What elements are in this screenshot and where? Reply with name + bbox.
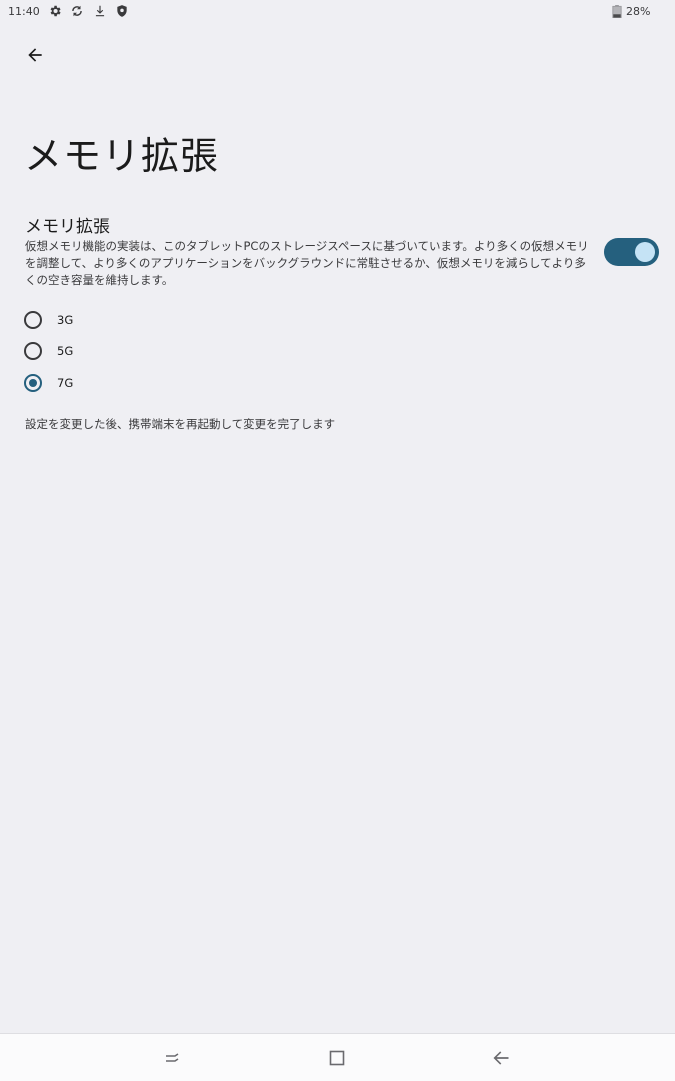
- arrow-back-icon: [28, 48, 42, 62]
- sync-icon: [72, 5, 82, 17]
- radio-label: 5G: [57, 344, 74, 358]
- radio-button: [24, 342, 42, 360]
- radio-option-7g[interactable]: 7G: [24, 371, 224, 395]
- radio-option-3g[interactable]: 3G: [24, 308, 224, 332]
- nav-back-button[interactable]: [489, 1046, 513, 1070]
- battery-percent: 28%: [626, 5, 651, 18]
- setting-title: メモリ拡張: [25, 217, 110, 237]
- gear-icon: [50, 5, 61, 17]
- status-bar: 11:40 28%: [0, 0, 675, 24]
- navigation-bar: [0, 1033, 675, 1081]
- toggle-knob: [635, 242, 655, 262]
- radio-label: 7G: [57, 376, 74, 390]
- page-title: メモリ拡張: [24, 134, 220, 178]
- radio-button: [24, 311, 42, 329]
- home-button[interactable]: [325, 1046, 349, 1070]
- setting-description: 仮想メモリ機能の実装は、このタブレットPCのストレージスペースに基づいています。…: [25, 239, 589, 287]
- recents-icon: [166, 1053, 179, 1062]
- back-icon: [493, 1051, 509, 1065]
- recents-button[interactable]: [160, 1046, 184, 1070]
- battery-icon: [612, 5, 622, 18]
- radio-option-5g[interactable]: 5G: [24, 339, 224, 363]
- radio-label: 3G: [57, 313, 74, 327]
- memory-extension-toggle[interactable]: [604, 238, 659, 266]
- download-icon: [95, 5, 105, 17]
- shield-icon: [117, 5, 127, 17]
- restart-note: 設定を変更した後、携帯端末を再起動して変更を完了します: [25, 417, 336, 431]
- radio-button-selected: [24, 374, 42, 392]
- status-time: 11:40: [8, 5, 40, 18]
- back-button[interactable]: [20, 40, 50, 70]
- home-icon: [329, 1050, 345, 1066]
